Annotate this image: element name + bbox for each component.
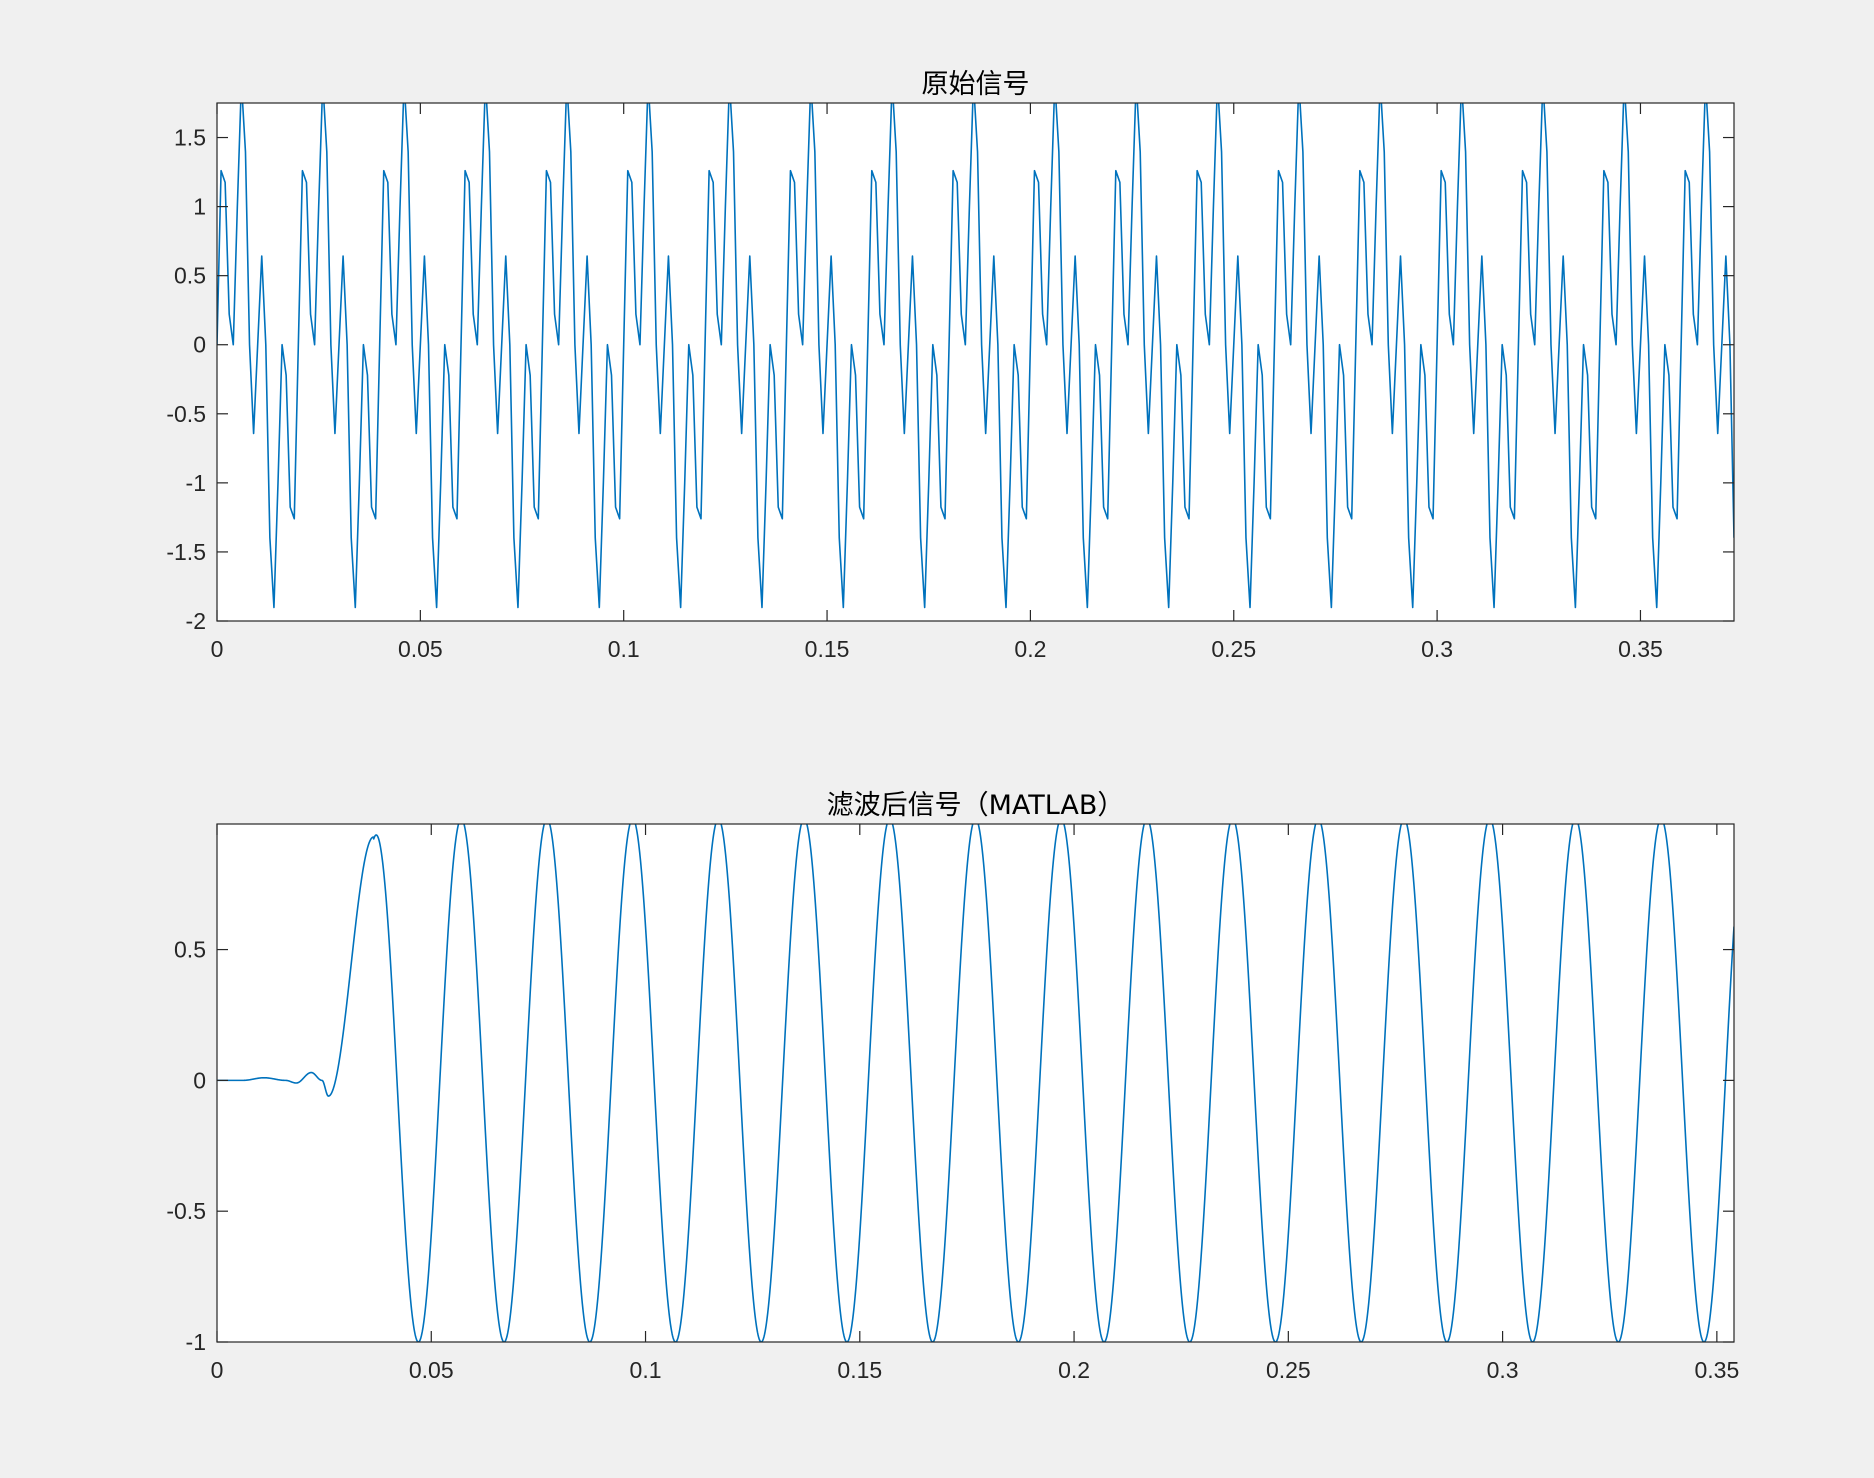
x-tick-label: 0.3	[1487, 1357, 1519, 1383]
x-tick-label: 0.15	[837, 1357, 882, 1383]
x-tick-label: 0.25	[1266, 1357, 1311, 1383]
y-tick-label: -1.5	[166, 539, 206, 565]
figure: 0 0.05 0.1 0.15 0.2 0.25 0.3 0.35-2-1.5-1-0.500…	[0, 0, 1874, 1478]
y-tick-label: 0.5	[174, 937, 206, 963]
x-tick-label: 0.35	[1694, 1357, 1739, 1383]
axes-background	[217, 824, 1734, 1342]
x-tick-label: 0.2	[1014, 636, 1046, 662]
y-tick-label: -1	[186, 470, 206, 496]
x-tick-label: 0.15	[805, 636, 850, 662]
x-tick-label: 0	[211, 636, 224, 662]
original-signal-axes[interactable]: 0 0.05 0.1 0.15 0.2 0.25 0.3 0.35 -2 -1.5 -1 -0.5 0 0…	[166, 69, 1735, 662]
y-tick-label: 0	[193, 332, 206, 358]
x-tick-label: 0.35	[1618, 636, 1663, 662]
y-tick-label: 0	[193, 1067, 206, 1093]
y-tick-label: -2	[186, 608, 206, 634]
y-tick-label: 1	[193, 194, 206, 220]
x-tick-label: 0.2	[1058, 1357, 1090, 1383]
x-tick-label: 0.25	[1211, 636, 1256, 662]
x-tick-label: 0.1	[630, 1357, 662, 1383]
y-tick-label: -1	[186, 1329, 206, 1355]
x-tick-label: 0.05	[398, 636, 443, 662]
y-tick-label: -0.5	[166, 1198, 206, 1224]
y-tick-label: 1.5	[174, 125, 206, 151]
x-tick-label: 0	[211, 1357, 224, 1383]
x-tick-label: 0.05	[409, 1357, 454, 1383]
chart-title-filtered: 滤波后信号（MATLAB）	[827, 790, 1125, 821]
x-tick-label: 0.3	[1421, 636, 1453, 662]
chart-title-original: 原始信号	[922, 69, 1030, 100]
x-tick-label: 0.1	[608, 636, 640, 662]
y-tick-label: 0.5	[174, 263, 206, 289]
filtered-signal-axes[interactable]: 0 0.05 0.1 0.15 0.2 0.25 0.3 0.35 -1 -0.5 0 0.5 滤波后…	[166, 790, 1739, 1383]
y-tick-label: -0.5	[166, 401, 206, 427]
